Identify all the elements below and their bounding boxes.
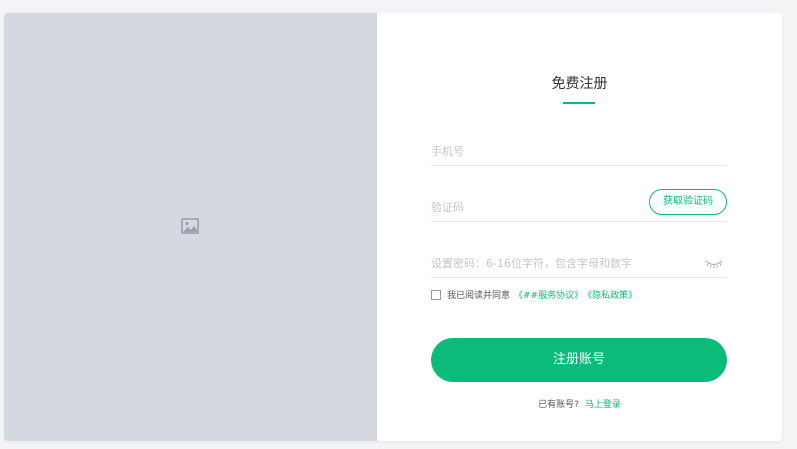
login-link[interactable]: 马上登录 <box>585 400 621 410</box>
agree-text: 我已阅读并同意 <box>447 291 511 301</box>
left-image-panel <box>4 13 377 441</box>
get-code-button[interactable]: 获取验证码 <box>649 189 727 215</box>
title-underline <box>563 102 595 104</box>
password-field[interactable]: 设置密码：6-16位字符，包含字母和数字 <box>431 247 727 278</box>
agree-checkbox[interactable] <box>431 289 441 300</box>
eye-closed-icon[interactable] <box>705 259 723 269</box>
code-input[interactable]: 验证码 <box>431 199 464 215</box>
password-input[interactable]: 设置密码：6-16位字符，包含字母和数字 <box>431 255 632 271</box>
page-title: 免费注册 <box>551 76 608 92</box>
code-field[interactable]: 验证码 获取验证码 <box>431 189 727 222</box>
phone-field[interactable]: 手机号 <box>431 135 727 166</box>
agreement-row: 我已阅读并同意 《##服务协议》 《隐私政策》 <box>431 288 637 301</box>
register-card: 免费注册 手机号 验证码 获取验证码 设置密码：6-16位字符，包含字母和数字 … <box>4 13 782 441</box>
service-agreement-link[interactable]: 《##服务协议》 <box>514 288 583 301</box>
have-account-text: 已有账号? <box>538 400 579 410</box>
image-placeholder-icon <box>181 218 199 234</box>
phone-input[interactable]: 手机号 <box>431 143 464 159</box>
register-button[interactable]: 注册账号 <box>431 338 727 382</box>
login-prompt: 已有账号? 马上登录 <box>377 397 782 410</box>
privacy-policy-link[interactable]: 《隐私政策》 <box>583 288 637 301</box>
register-form: 免费注册 手机号 验证码 获取验证码 设置密码：6-16位字符，包含字母和数字 … <box>377 13 782 441</box>
